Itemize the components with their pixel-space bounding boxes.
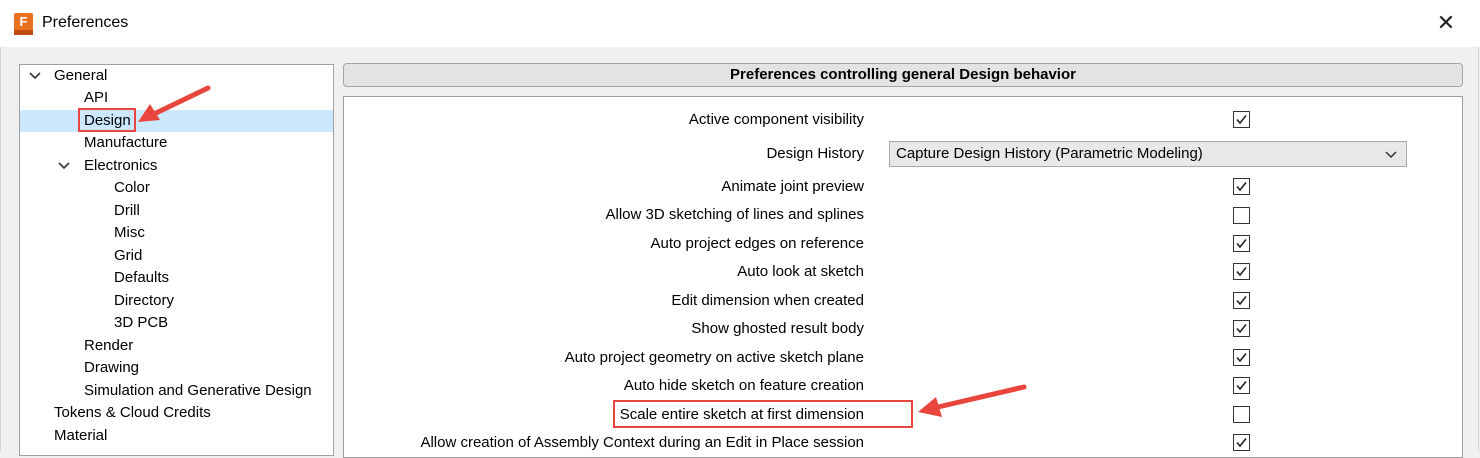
tree-item-label: Directory [114, 292, 175, 309]
tree-item-label: Simulation and Generative Design [84, 382, 312, 399]
active-component-visibility-checkbox[interactable] [1233, 111, 1250, 128]
tree-item-drill[interactable]: Drill [114, 200, 140, 222]
tree-item-directory[interactable]: Directory [114, 290, 174, 312]
pref-label: Animate joint preview [721, 178, 864, 195]
annotation-highlight-box [78, 108, 136, 132]
tree-item-label: Manufacture [84, 134, 168, 151]
checkmark-icon [1236, 239, 1247, 249]
tree-item-label: 3D PCB [114, 314, 169, 331]
pref-label: Active component visibility [688, 111, 864, 128]
tree-item-render[interactable]: Render [84, 335, 133, 357]
tree-item-label: Drawing [84, 359, 140, 376]
tree-item-label: Drill [114, 202, 140, 219]
checkmark-icon [1236, 115, 1247, 125]
checkmark-icon [1236, 324, 1247, 334]
auto-project-edges-checkbox[interactable] [1233, 235, 1250, 252]
window-border [1478, 0, 1479, 451]
tree-item-electronics[interactable]: Electronics [20, 155, 333, 177]
allow-3d-sketching-checkbox[interactable] [1233, 207, 1250, 224]
pref-label: Design History [766, 145, 864, 162]
pref-label: Allow 3D sketching of lines and splines [605, 206, 864, 223]
window-title: Preferences [42, 14, 129, 31]
design-history-dropdown[interactable]: Capture Design History (Parametric Model… [889, 141, 1407, 167]
tree-item-label: Grid [114, 247, 143, 264]
pref-label: Edit dimension when created [671, 292, 864, 309]
tree-item-label: Render [84, 337, 134, 354]
tree-item-label: Electronics [84, 157, 158, 174]
animate-joint-preview-checkbox[interactable] [1233, 178, 1250, 195]
tree-item-label: Material [54, 427, 108, 444]
tree-item-label: Misc [114, 224, 145, 241]
annotation-highlight-box [613, 400, 913, 428]
pref-label: Auto look at sketch [737, 263, 864, 280]
tree-item-material[interactable]: Material [54, 425, 107, 447]
checkmark-icon [1236, 296, 1247, 306]
tree-item-drawing[interactable]: Drawing [84, 357, 139, 379]
tree-item-label: Tokens & Cloud Credits [54, 404, 211, 421]
tree-item-label: API [84, 89, 109, 106]
tree-item-tokens[interactable]: Tokens & Cloud Credits [54, 402, 211, 424]
chevron-down-icon[interactable] [28, 69, 42, 83]
auto-look-at-sketch-checkbox[interactable] [1233, 263, 1250, 280]
tree-item-simulation[interactable]: Simulation and Generative Design [84, 380, 312, 402]
tree-item-misc[interactable]: Misc [114, 222, 145, 244]
chevron-down-icon [1385, 151, 1397, 159]
edit-dimension-checkbox[interactable] [1233, 292, 1250, 309]
annotation-arrow-icon [138, 85, 211, 122]
dropdown-value: Capture Design History (Parametric Model… [896, 145, 1203, 162]
tree-item-api[interactable]: API [84, 87, 108, 109]
tree-item-grid[interactable]: Grid [114, 245, 142, 267]
tree-item-manufacture[interactable]: Manufacture [84, 132, 167, 154]
annotation-arrow-icon [918, 384, 1027, 417]
fusion-app-icon: F [14, 13, 33, 35]
pref-label: Auto hide sketch on feature creation [623, 377, 864, 394]
scale-entire-sketch-checkbox[interactable] [1233, 406, 1250, 423]
checkmark-icon [1236, 353, 1247, 363]
panel-header: Preferences controlling general Design b… [343, 63, 1463, 87]
tree-item-label: Color [114, 179, 150, 196]
checkmark-icon [1236, 438, 1247, 448]
pref-label: Allow creation of Assembly Context durin… [420, 434, 864, 451]
tree-item-color[interactable]: Color [114, 177, 150, 199]
tree-item-label: General [54, 67, 108, 84]
chevron-down-icon[interactable] [57, 159, 71, 173]
tree-item-3d-pcb[interactable]: 3D PCB [114, 312, 168, 334]
checkmark-icon [1236, 267, 1247, 277]
tree-item-defaults[interactable]: Defaults [114, 267, 169, 289]
window-border [0, 0, 1, 451]
tree-item-label: Defaults [114, 269, 170, 286]
pref-label: Auto project edges on reference [650, 235, 864, 252]
allow-assembly-context-checkbox[interactable] [1233, 434, 1250, 451]
auto-project-geometry-checkbox[interactable] [1233, 349, 1250, 366]
checkmark-icon [1236, 182, 1247, 192]
checkmark-icon [1236, 381, 1247, 391]
title-bar: F Preferences ✕ [0, 0, 1480, 47]
show-ghosted-body-checkbox[interactable] [1233, 320, 1250, 337]
auto-hide-sketch-checkbox[interactable] [1233, 377, 1250, 394]
close-button[interactable]: ✕ [1430, 8, 1462, 40]
pref-label: Auto project geometry on active sketch p… [564, 349, 864, 366]
pref-label: Show ghosted result body [691, 320, 864, 337]
